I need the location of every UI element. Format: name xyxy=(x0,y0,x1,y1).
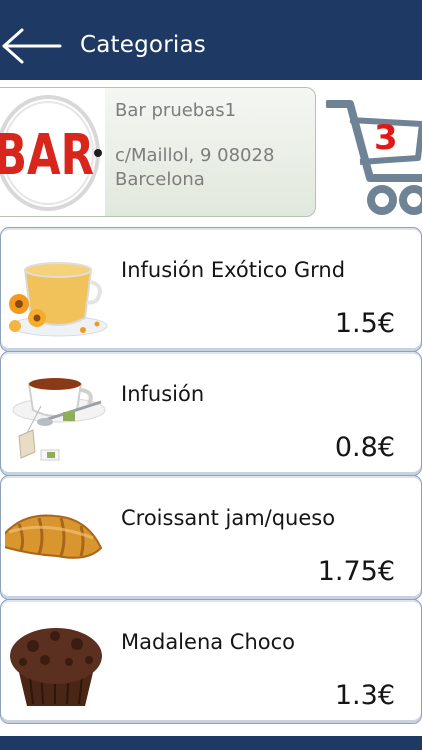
tea-cup-flowers-image xyxy=(9,262,108,337)
bar-logo-text: BAR xyxy=(0,123,94,188)
product-name: Croissant jam/queso xyxy=(121,506,336,530)
product-list: Infusión Exótico Grnd 1.5€ Infusión 0.8€ xyxy=(0,227,422,724)
bottom-bar xyxy=(0,736,422,750)
product-name: Madalena Choco xyxy=(121,630,296,654)
bar-name: Bar pruebas1 xyxy=(115,100,237,121)
product-price: 1.3€ xyxy=(334,680,395,711)
bar-address: c/Maillol, 9 08028 Barcelona xyxy=(115,145,275,190)
croissant-image xyxy=(5,514,103,559)
list-item[interactable]: Infusión Exótico Grnd 1.5€ xyxy=(0,227,422,352)
arrow-left-icon[interactable] xyxy=(0,24,66,68)
product-price: 1.5€ xyxy=(334,308,395,339)
cart-count-badge: 3 xyxy=(374,118,398,158)
top-bar: Categorias xyxy=(0,0,422,80)
list-item[interactable]: Croissant jam/queso 1.75€ xyxy=(0,475,422,600)
page-title: Categorias xyxy=(80,32,206,58)
chocolate-muffin-image xyxy=(10,628,102,706)
product-name: Infusión xyxy=(121,382,205,406)
product-price: 0.8€ xyxy=(334,432,395,463)
list-item[interactable]: Madalena Choco 1.3€ xyxy=(0,599,422,724)
bar-logo: BAR xyxy=(0,88,105,216)
product-price: 1.75€ xyxy=(317,556,395,587)
list-item[interactable]: Infusión 0.8€ xyxy=(0,351,422,476)
bar-info-card[interactable]: BAR Bar pruebas1 c/Maillol, 9 08028 Barc… xyxy=(0,87,316,217)
tea-cup-teabag-image xyxy=(12,378,106,461)
shopping-cart-icon[interactable] xyxy=(326,94,422,222)
product-name: Infusión Exótico Grnd xyxy=(121,258,346,282)
